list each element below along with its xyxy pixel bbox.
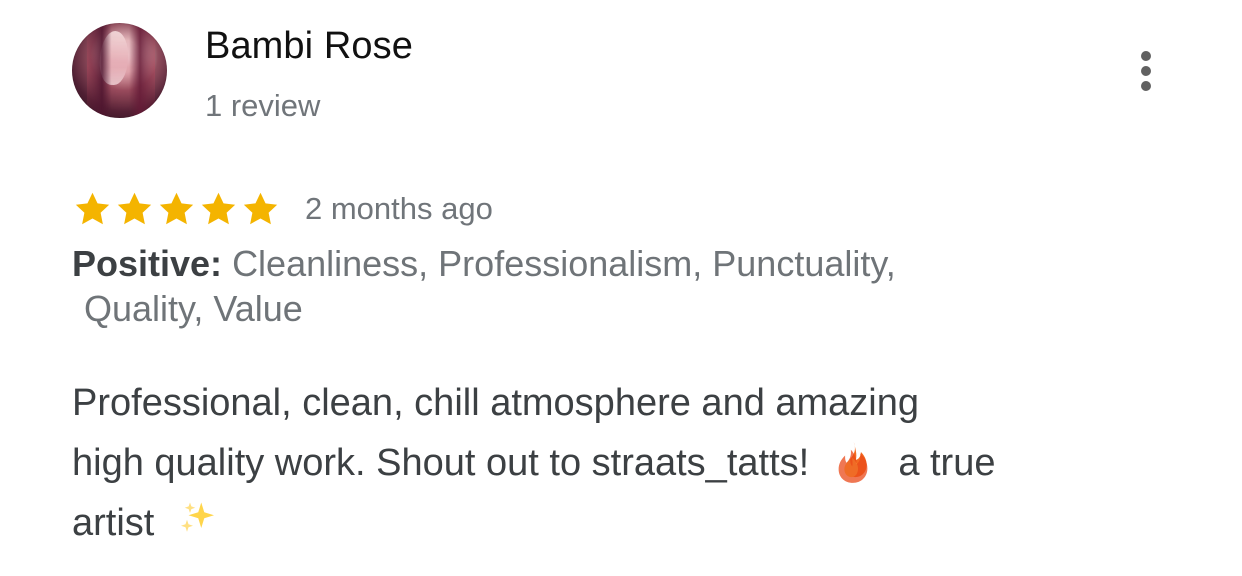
more-vert-icon [1141,66,1151,76]
review-body-line-2: high quality work. Shout out to straats_… [72,433,1112,493]
rating-row: 2 months ago [72,184,493,234]
review-body-line-2-tail: a true [898,442,996,484]
star-icon [201,192,236,224]
more-vert-icon [1141,51,1151,61]
star-icon [243,192,278,224]
positive-label: Positive: [72,243,223,284]
review-card: Bambi Rose 1 review 2 months ago Positiv… [0,0,1242,576]
review-time: 2 months ago [305,191,493,226]
fire-icon [838,441,868,483]
positive-attributes: Positive: Cleanliness, Professionalism, … [72,241,1082,331]
review-body-line-3: artist [72,493,1112,553]
sparkles-icon [180,502,214,532]
positive-attributes-text-line-2: Quality, Value [84,288,303,329]
review-body: Professional, clean, chill atmosphere an… [72,373,1112,553]
star-icon [117,192,152,224]
reviewer-name[interactable]: Bambi Rose [205,24,413,68]
star-icon [75,192,110,224]
more-vert-icon [1141,81,1151,91]
star-icon [159,192,194,224]
positive-attributes-text: Cleanliness, Professionalism, Punctualit… [232,243,896,284]
more-options-button[interactable] [1130,47,1162,95]
review-body-line-2-text: high quality work. Shout out to straats_… [72,442,810,484]
review-body-line-1: Professional, clean, chill atmosphere an… [72,382,920,424]
reviewer-review-count[interactable]: 1 review [205,88,320,124]
star-rating [72,189,281,230]
review-body-line-3-text: artist [72,502,155,544]
reviewer-avatar[interactable] [72,23,167,118]
